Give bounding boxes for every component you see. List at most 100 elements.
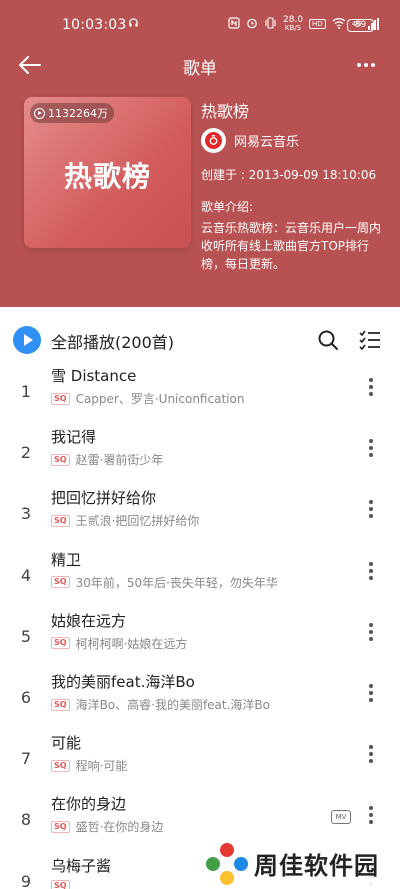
play-count: 1132264万 [48,107,108,120]
creator-row[interactable]: 网易云音乐 [201,128,299,153]
watermark: 周佳软件园 [206,838,400,889]
song-meta: SQ 盛哲·在你的身边 [51,818,163,835]
song-more-icon[interactable] [359,620,383,650]
search-button[interactable] [316,328,340,352]
sq-badge: SQ [51,879,70,889]
song-artist: 海洋Bo、高睿·我的美丽feat.海洋Bo [75,698,271,712]
page-title: 歌单 [183,59,217,79]
song-more-icon[interactable] [359,803,383,833]
song-artist: 30年前，50年后·丧失年轻，勿失年华 [75,575,278,590]
sq-badge: SQ [51,576,70,589]
sq-badge: SQ [51,820,70,833]
multi-select-button[interactable] [358,328,382,352]
song-index: 5 [20,626,32,646]
watermark-logo-icon [206,842,248,885]
more-dots-icon [357,63,375,67]
song-meta: SQ 海洋Bo、高睿·我的美丽feat.海洋Bo [51,696,270,713]
song-row[interactable]: 1 雪 Distance SQ Capper、罗言·Uniconfication [0,362,400,422]
song-more-icon[interactable] [359,681,383,711]
song-meta: SQ Capper、罗言·Uniconfication [51,390,244,407]
sq-badge: SQ [51,453,70,466]
song-meta: SQ 王贰浪·把回忆拼好给你 [51,512,199,529]
song-index: 2 [20,443,32,463]
sq-badge: SQ [51,637,70,650]
song-meta: SQ 程响·可能 [51,757,127,774]
vibrate-icon [264,16,277,32]
cover-title: 热歌榜 [63,160,151,193]
playlist-header: 10:03:03 28.0 KB/S HD 4G 89 歌单 1132264万 … [0,0,400,307]
song-meta: SQ 30年前，50年后·丧失年轻，勿失年华 [51,574,278,591]
sq-badge: SQ [51,514,70,527]
song-artist: 赵雷·署前街少年 [75,453,164,468]
created-date: 创建于 : 2013-09-09 18:10:06 [201,168,377,182]
song-title: 雪 Distance [51,367,137,385]
song-row[interactable]: 3 把回忆拼好给你 SQ 王贰浪·把回忆拼好给你 [0,484,400,544]
song-title: 在你的身边 [51,795,127,814]
description-text[interactable]: 云音乐热歌榜：云音乐用户一周内收听所有线上歌曲官方TOP排行榜，每日更新。 [201,219,387,273]
playlist-name: 热歌榜 [201,102,250,121]
network-speed-value: 28.0 [283,15,304,25]
network-speed-unit: KB/S [284,24,302,32]
song-title: 我记得 [51,428,97,447]
song-index: 6 [20,688,32,707]
song-artist: 王贰浪·把回忆拼好给你 [75,514,200,529]
song-row[interactable]: 5 姑娘在远方 SQ 柯柯柯啊·姑娘在远方 [0,607,400,667]
song-more-icon[interactable] [359,375,383,405]
mv-button[interactable]: MV [331,810,351,825]
play-all-row: 全部播放(200首) [0,317,400,361]
song-title: 乌梅子酱 [51,856,112,875]
song-list-panel: 全部播放(200首) 1 雪 Distance SQ Capper、罗言·Unicon… [0,307,400,889]
song-more-icon[interactable] [359,559,383,589]
song-artist: 程响·可能 [75,759,128,774]
song-row[interactable]: 7 可能 SQ 程响·可能 [0,729,400,789]
song-index: 7 [20,749,32,769]
alarm-icon [246,17,258,32]
play-count-badge: 1132264万 [30,103,114,123]
status-time: 10:03:03 [62,17,127,33]
song-more-icon[interactable] [359,742,383,772]
wifi-icon [332,17,346,32]
network-speed: 28.0 KB/S [283,15,304,33]
song-more-icon[interactable] [359,497,383,527]
headphones-icon [128,17,139,31]
status-bar: 10:03:03 28.0 KB/S HD 4G 89 [0,12,400,40]
sq-badge: SQ [51,759,70,772]
song-index: 8 [20,810,32,830]
battery-level: 89 [354,20,367,30]
song-title: 精卫 [51,550,82,569]
sq-badge: SQ [51,392,70,405]
hd-badge: HD [309,19,326,29]
nfc-icon [228,16,240,32]
netease-logo-icon [201,128,226,153]
song-meta: SQ 柯柯柯啊·姑娘在远方 [51,635,187,652]
description-label: 歌单介绍: [201,200,254,214]
song-title: 姑娘在远方 [51,611,127,630]
top-bar: 歌单 [0,45,400,85]
song-artist: 盛哲·在你的身边 [75,820,164,835]
song-row[interactable]: 6 我的美丽feat.海洋Bo SQ 海洋Bo、高睿·我的美丽feat.海洋Bo [0,668,400,728]
play-all-button[interactable]: 全部播放(200首) [51,329,174,353]
song-row[interactable]: 2 我记得 SQ 赵雷·署前街少年 [0,423,400,483]
watermark-text: 周佳软件园 [254,852,379,880]
song-artist: 柯柯柯啊·姑娘在远方 [75,636,188,651]
song-title: 可能 [51,734,82,753]
song-index: 3 [20,504,32,524]
creator-name: 网易云音乐 [234,135,300,150]
song-row[interactable]: 4 精卫 SQ 30年前，50年后·丧失年轻，勿失年华 [0,546,400,606]
song-meta: SQ [51,879,76,889]
checklist-icon [359,330,380,351]
song-title: 我的美丽feat.海洋Bo [51,673,195,691]
song-more-icon[interactable] [359,436,383,466]
song-artist: Capper、罗言·Uniconfication [75,392,245,406]
song-index: 9 [20,871,32,889]
song-title: 把回忆拼好给你 [51,489,157,508]
battery-icon: 89 [347,19,374,32]
sq-badge: SQ [51,698,70,711]
play-all-icon[interactable] [13,326,41,354]
more-button[interactable] [352,53,380,77]
play-icon [34,107,45,119]
playlist-cover[interactable]: 1132264万 热歌榜 [24,97,191,248]
search-icon [318,330,338,350]
song-index: 4 [20,565,32,585]
song-index: 1 [20,382,32,401]
